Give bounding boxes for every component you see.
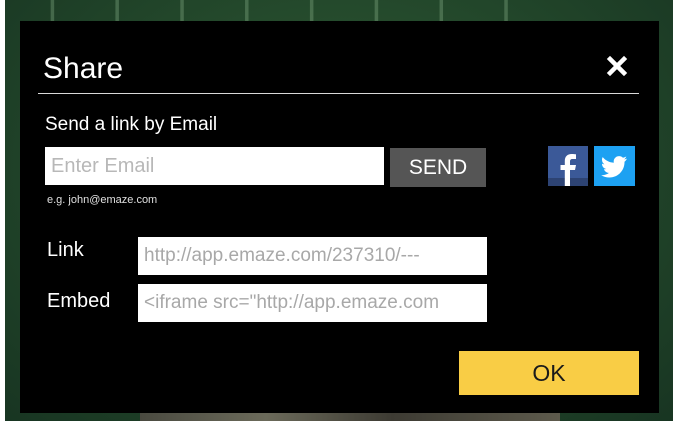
facebook-icon [548,154,588,186]
ok-button[interactable]: OK [459,351,639,395]
link-label: Link [47,239,84,261]
link-field[interactable] [138,237,487,275]
close-button[interactable] [602,51,632,81]
close-icon [606,55,628,77]
embed-label: Embed [47,290,111,312]
facebook-share-button[interactable] [548,146,588,186]
title-divider [38,93,639,94]
twitter-share-button[interactable] [594,146,635,186]
email-input[interactable] [45,147,384,185]
email-hint: e.g. john@emaze.com [47,194,158,206]
dialog-title: Share [43,52,124,85]
embed-code-field[interactable] [138,284,487,322]
send-button[interactable]: SEND [390,148,486,187]
email-section-heading: Send a link by Email [45,114,218,135]
twitter-icon [601,156,627,178]
share-dialog: Share Send a link by Email SEND e.g. joh… [20,21,659,413]
